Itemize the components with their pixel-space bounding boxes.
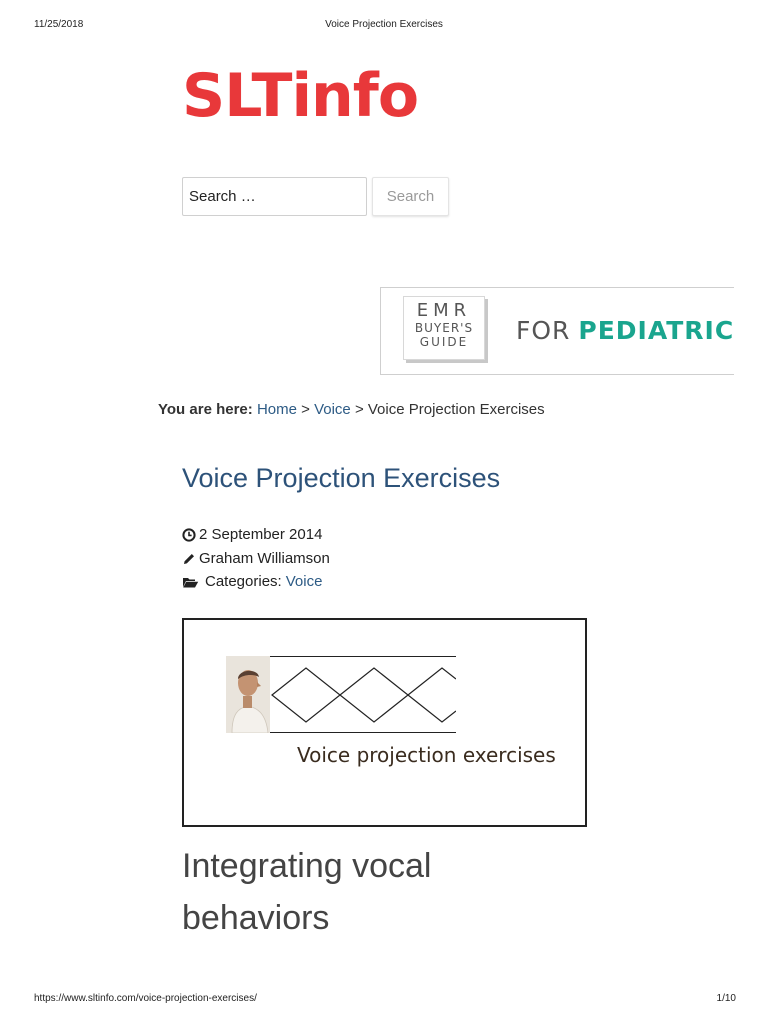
pencil-icon <box>184 553 194 564</box>
search-button[interactable]: Search <box>372 177 449 216</box>
post-categories: Categories: Voice <box>182 573 322 590</box>
print-url: https://www.sltinfo.com/voice-projection… <box>34 993 257 1004</box>
folder-open-icon <box>183 577 199 587</box>
post-date-text: 2 September 2014 <box>199 526 323 543</box>
speaker-photo <box>226 656 270 733</box>
categories-label: Categories: <box>205 573 282 590</box>
clock-icon <box>182 527 196 542</box>
post-author: Graham Williamson <box>182 550 330 567</box>
post-date: 2 September 2014 <box>182 526 322 543</box>
breadcrumb-prefix: You are here: <box>158 401 253 418</box>
ad-banner[interactable]: EMR BUYER'S GUIDE FOR PEDIATRIC <box>380 287 734 375</box>
ad-guide-text: GUIDE <box>419 335 469 349</box>
image-caption: Voice projection exercises <box>297 743 556 767</box>
breadcrumb-separator: > <box>354 401 364 418</box>
ad-emr-text: EMR <box>416 300 472 321</box>
breadcrumb-separator: > <box>301 401 310 418</box>
category-link-voice[interactable]: Voice <box>286 573 323 590</box>
print-title: Voice Projection Exercises <box>325 19 443 30</box>
search-input[interactable] <box>182 177 367 216</box>
ad-badge: EMR BUYER'S GUIDE <box>403 296 485 360</box>
breadcrumb-home-link[interactable]: Home <box>257 401 297 418</box>
speaker-photo-graphic <box>226 656 270 733</box>
breadcrumb-current: Voice Projection Exercises <box>367 401 545 418</box>
post-author-text: Graham Williamson <box>199 550 330 567</box>
breadcrumb-voice-link[interactable]: Voice <box>314 401 351 418</box>
ad-tagline-pediatric: PEDIATRIC <box>578 316 734 345</box>
section-heading: Integrating vocal behaviors <box>182 847 432 937</box>
ad-tagline-for: FOR <box>516 316 571 345</box>
ad-tagline: FOR PEDIATRIC <box>516 316 734 346</box>
ad-buyers-text: BUYER'S <box>414 321 474 335</box>
breadcrumb: You are here: Home > Voice > Voice Proje… <box>158 401 545 418</box>
print-page-number: 1/10 <box>716 993 736 1004</box>
post-title[interactable]: Voice Projection Exercises <box>182 463 500 494</box>
featured-image: Voice projection exercises <box>182 618 587 827</box>
site-logo[interactable]: SLTinfo <box>182 58 419 134</box>
